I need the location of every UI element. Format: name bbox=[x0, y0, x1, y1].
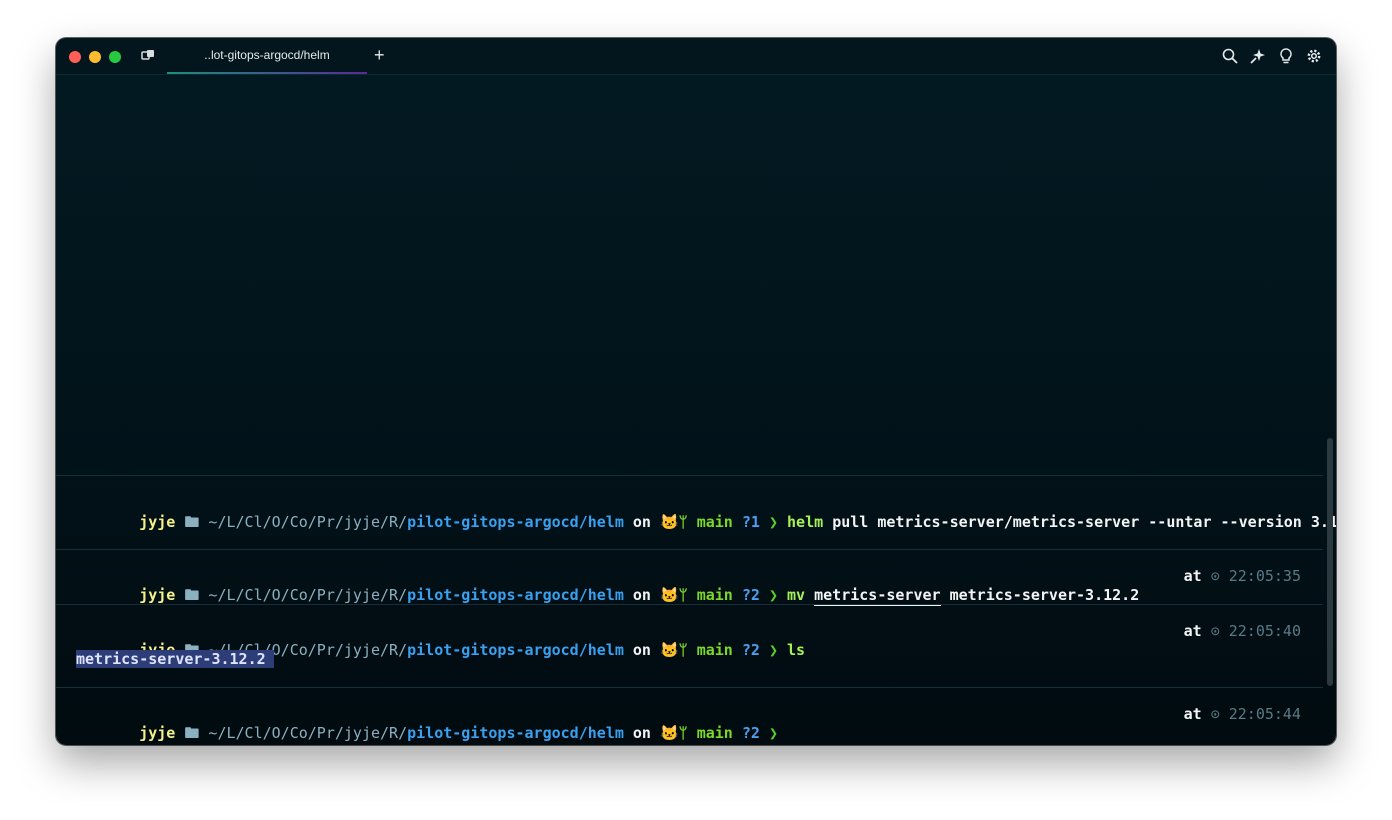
prompt-arrow: ❯ bbox=[768, 513, 778, 531]
prompt-path-prefix: ~/L/Cl/O/Co/Pr/jyje/R/ bbox=[208, 586, 408, 604]
clock-icon: ⊙ bbox=[1210, 567, 1220, 585]
command-timestamp: at ⊙ 22:05:35 bbox=[1184, 567, 1301, 585]
prompt-on: on bbox=[632, 586, 651, 604]
git-status: ?2 bbox=[741, 641, 760, 659]
command-timestamp: at ⊙ 22:05:44 bbox=[1184, 705, 1301, 723]
command-name: ls bbox=[787, 641, 806, 659]
timestamp-at: at bbox=[1183, 567, 1202, 585]
git-cat-icon: 🐱 bbox=[659, 641, 679, 659]
timestamp-at: at bbox=[1183, 705, 1202, 723]
command-name: helm bbox=[787, 513, 824, 531]
git-branch-icon: ᛘ bbox=[678, 513, 688, 531]
lightbulb-icon[interactable] bbox=[1277, 47, 1295, 65]
folder-icon: 🖿 bbox=[184, 586, 200, 604]
git-branch: main bbox=[696, 724, 733, 742]
timestamp-at: at bbox=[1183, 622, 1202, 640]
prompt-arrow: ❯ bbox=[768, 641, 778, 659]
prompt-path-dir: pilot-gitops-argocd/helm bbox=[407, 513, 624, 531]
zoom-window-button[interactable] bbox=[109, 51, 121, 63]
active-prompt-block[interactable]: jyje 🖿 ~/L/Cl/O/Co/Pr/jyje/R/pilot-gitop… bbox=[56, 687, 1323, 745]
prompt-user: jyje bbox=[139, 513, 176, 531]
git-branch: main bbox=[696, 641, 733, 659]
prompt-path-dir: pilot-gitops-argocd/helm bbox=[407, 641, 624, 659]
git-branch: main bbox=[696, 586, 733, 604]
timestamp-value: 22:05:35 bbox=[1228, 567, 1301, 585]
timestamp-value: 22:05:44 bbox=[1228, 705, 1301, 723]
timestamp-value: 22:05:40 bbox=[1228, 622, 1301, 640]
git-cat-icon: 🐱 bbox=[659, 586, 679, 604]
prompt-arrow: ❯ bbox=[768, 724, 778, 742]
git-cat-icon: 🐱 bbox=[659, 724, 679, 742]
command-block[interactable]: jyje 🖿 ~/L/Cl/O/Co/Pr/jyje/R/pilot-gitop… bbox=[56, 549, 1323, 606]
tab-overview-icon[interactable] bbox=[141, 49, 155, 64]
command-timestamp: at ⊙ 22:05:40 bbox=[1184, 622, 1301, 640]
prompt-path-prefix: ~/L/Cl/O/Co/Pr/jyje/R/ bbox=[208, 724, 408, 742]
git-branch-icon: ᛘ bbox=[678, 641, 688, 659]
git-cat-icon: 🐱 bbox=[659, 513, 679, 531]
scrollbar[interactable] bbox=[1327, 438, 1333, 686]
tab-label: ..lot-gitops-argocd/helm bbox=[204, 48, 330, 62]
git-branch: main bbox=[696, 513, 733, 531]
command-block[interactable]: jyje 🖿 ~/L/Cl/O/Co/Pr/jyje/R/pilot-gitop… bbox=[56, 604, 1323, 688]
command-args: metrics-server-3.12.2 bbox=[949, 586, 1140, 604]
prompt-path-dir: pilot-gitops-argocd/helm bbox=[407, 586, 624, 604]
folder-icon: 🖿 bbox=[184, 724, 200, 742]
tab-active[interactable]: ..lot-gitops-argocd/helm bbox=[167, 38, 367, 74]
command-args: pull metrics-server/metrics-server --unt… bbox=[832, 513, 1336, 531]
git-branch-icon: ᛘ bbox=[678, 724, 688, 742]
terminal-window: ..lot-gitops-argocd/helm + jyje 🖿 ~/L/Cl… bbox=[56, 38, 1336, 745]
prompt-arrow: ❯ bbox=[768, 586, 778, 604]
command-path-arg[interactable]: metrics-server bbox=[814, 586, 941, 606]
prompt-path-dir: pilot-gitops-argocd/helm bbox=[407, 724, 624, 742]
folder-icon: 🖿 bbox=[184, 513, 200, 531]
selected-output-text[interactable]: metrics-server-3.12.2 bbox=[76, 650, 274, 668]
search-icon[interactable] bbox=[1221, 47, 1239, 65]
prompt-line: jyje 🖿 ~/L/Cl/O/Co/Pr/jyje/R/pilot-gitop… bbox=[76, 705, 778, 745]
command-block[interactable]: jyje 🖿 ~/L/Cl/O/Co/Pr/jyje/R/pilot-gitop… bbox=[56, 475, 1336, 550]
minimize-window-button[interactable] bbox=[89, 51, 101, 63]
git-status: ?2 bbox=[741, 586, 760, 604]
gear-icon[interactable] bbox=[1305, 47, 1323, 65]
title-bar: ..lot-gitops-argocd/helm + bbox=[56, 38, 1336, 75]
git-status: ?2 bbox=[741, 724, 760, 742]
clock-icon: ⊙ bbox=[1210, 705, 1220, 723]
command-name: mv bbox=[787, 586, 806, 604]
prompt-line: jyje 🖿 ~/L/Cl/O/Co/Pr/jyje/R/pilot-gitop… bbox=[76, 494, 1336, 555]
prompt-user: jyje bbox=[139, 586, 176, 604]
git-branch-icon: ᛘ bbox=[678, 586, 688, 604]
sparkle-icon[interactable] bbox=[1249, 47, 1267, 65]
new-tab-button[interactable]: + bbox=[374, 45, 385, 66]
tab-active-indicator bbox=[167, 72, 367, 74]
close-window-button[interactable] bbox=[69, 51, 81, 63]
clock-icon: ⊙ bbox=[1210, 622, 1220, 640]
prompt-user: jyje bbox=[139, 724, 176, 742]
command-output: metrics-server-3.12.2 bbox=[76, 650, 274, 668]
git-status: ?1 bbox=[741, 513, 760, 531]
prompt-on: on bbox=[632, 724, 651, 742]
prompt-path-prefix: ~/L/Cl/O/Co/Pr/jyje/R/ bbox=[208, 513, 408, 531]
prompt-on: on bbox=[632, 641, 651, 659]
prompt-on: on bbox=[632, 513, 651, 531]
